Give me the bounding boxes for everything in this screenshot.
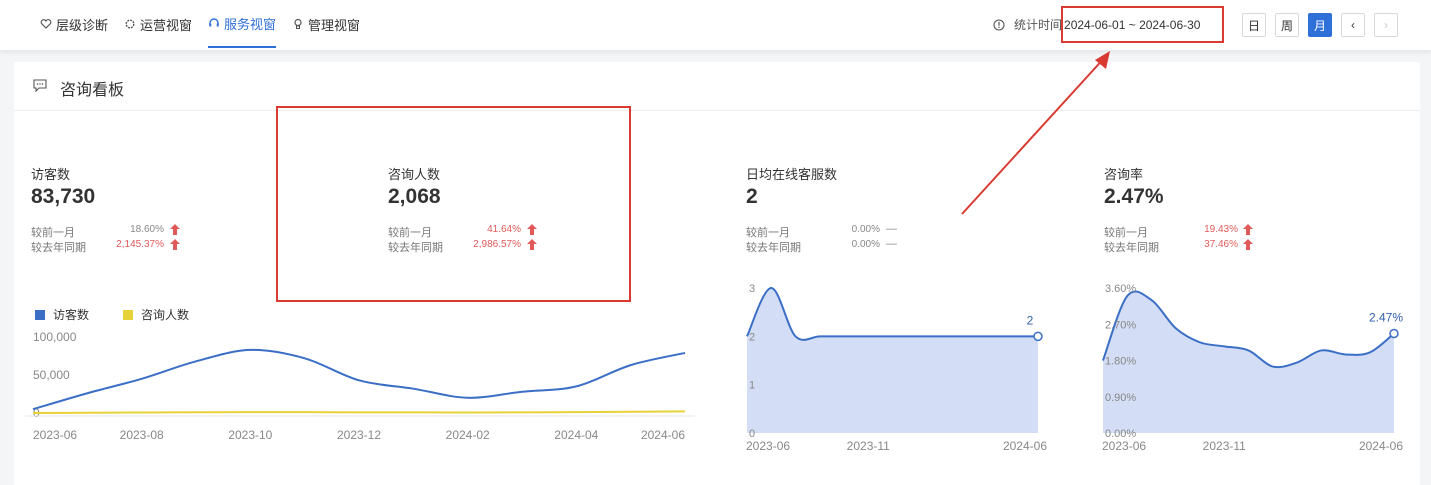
info-icon xyxy=(993,18,1005,31)
online-service-area-chart: 012322023-06 2023-11 2024-06 xyxy=(746,283,1047,453)
mom-label: 较前一月 xyxy=(1104,227,1148,239)
mom-value: 19.43% xyxy=(1204,224,1238,235)
x-tick-label: 2024-04 xyxy=(554,428,598,442)
tab-label: 管理视窗 xyxy=(308,17,361,33)
arrow-up-icon xyxy=(170,239,180,250)
y-tick-label: 1.80% xyxy=(1105,356,1136,368)
lightbulb-icon xyxy=(294,18,302,29)
stat-label: 统计时间 xyxy=(1014,18,1063,32)
consult-rate-area-chart: 0.00%0.90%1.80%2.70%3.60%2.47%2023-06 202… xyxy=(1102,283,1403,453)
day-button[interactable]: 日 xyxy=(1242,13,1266,37)
highlight-box xyxy=(276,106,631,302)
next-button[interactable]: › xyxy=(1374,13,1398,37)
y-tick-label: 100,000 xyxy=(33,330,77,344)
end-value-label: 2 xyxy=(1027,313,1034,327)
yoy-value: 0.00% xyxy=(851,239,880,250)
x-tick-label: 2023-06 xyxy=(746,439,790,453)
week-button[interactable]: 周 xyxy=(1275,13,1299,37)
visitors-line-chart: 050,000100,0002023-06 2023-08 2023-10 2023-… xyxy=(25,330,695,442)
tab-label: 运营视窗 xyxy=(140,17,193,33)
y-tick-label: 50,000 xyxy=(33,368,70,382)
series-line-1 xyxy=(32,348,686,411)
mom-value: 18.60% xyxy=(130,224,164,235)
gear-icon xyxy=(125,19,135,29)
mom-value: 0.00% xyxy=(851,224,880,235)
x-tick-label: 2023-12 xyxy=(337,428,381,442)
message-icon xyxy=(33,79,47,92)
headset-icon xyxy=(209,18,219,27)
flat-indicator: — xyxy=(886,223,897,235)
heart-icon xyxy=(40,19,52,29)
legend-label: 咨询人数 xyxy=(141,308,190,322)
x-tick-label: 2023-06 xyxy=(1102,439,1146,453)
tab-management[interactable]: 管理视窗 xyxy=(292,0,360,48)
tab-label: 服务视窗 xyxy=(224,16,277,32)
month-button[interactable]: 月 xyxy=(1308,13,1332,37)
tab-label: 层级诊断 xyxy=(56,17,109,33)
yoy-value: 37.46% xyxy=(1204,239,1238,250)
x-tick-label: 2023-06 xyxy=(33,428,77,442)
annotation-arrow xyxy=(961,51,1110,215)
y-tick-label: 3 xyxy=(749,283,755,295)
y-tick-label: 3.60% xyxy=(1105,283,1136,295)
yoy-label: 较去年同期 xyxy=(31,242,86,254)
y-tick-label: 1 xyxy=(749,380,755,392)
tab-service[interactable]: 服务视窗 xyxy=(208,0,277,48)
legend-swatch xyxy=(123,309,133,320)
tab-operations[interactable]: 运营视窗 xyxy=(124,0,192,48)
end-point-marker xyxy=(1389,328,1399,339)
arrow-up-icon xyxy=(170,224,180,235)
area-fill xyxy=(1103,291,1394,433)
y-tick-label: 2.70% xyxy=(1105,319,1136,331)
x-tick-label: 2023-11 xyxy=(1203,439,1246,453)
x-tick-label: 2024-06 xyxy=(1359,439,1403,453)
prev-button[interactable]: ‹ xyxy=(1341,13,1365,37)
series-line-2 xyxy=(32,410,686,414)
end-value-label: 2.47% xyxy=(1369,311,1403,325)
mom-label: 较前一月 xyxy=(746,227,790,239)
arrow-up-icon xyxy=(1243,239,1253,250)
x-tick-label: 2024-02 xyxy=(446,428,490,442)
yoy-value: 2,145.37% xyxy=(116,239,164,250)
area-fill xyxy=(747,288,1038,433)
legend-visitors[interactable]: 访客数 xyxy=(35,306,89,323)
x-tick-label: 2024-06 xyxy=(1003,439,1047,453)
legend-consultations[interactable]: 咨询人数 xyxy=(123,306,189,323)
x-tick-label: 2023-10 xyxy=(228,428,272,442)
metric-label: 访客数 xyxy=(31,167,71,182)
tab-level-diagnosis[interactable]: 层级诊断 xyxy=(40,0,108,48)
yoy-label: 较去年同期 xyxy=(1104,242,1159,254)
legend-label: 访客数 xyxy=(53,308,90,322)
x-tick-label: 2023-11 xyxy=(847,439,890,453)
mom-label: 较前一月 xyxy=(31,227,75,239)
arrow-up-icon xyxy=(1243,224,1253,235)
panel-title: 咨询看板 xyxy=(60,82,125,99)
y-tick-label: 0.90% xyxy=(1105,392,1136,404)
yoy-label: 较去年同期 xyxy=(746,242,801,254)
x-tick-label: 2023-08 xyxy=(120,428,164,442)
y-tick-label: 2 xyxy=(749,331,755,343)
date-highlight-box xyxy=(1061,6,1224,43)
metric-value: 83,730 xyxy=(31,185,96,208)
legend-swatch xyxy=(35,309,45,320)
flat-indicator: — xyxy=(886,238,897,250)
metric-value: 2 xyxy=(746,185,758,208)
x-tick-label: 2024-06 xyxy=(641,428,685,442)
end-point-marker xyxy=(1033,331,1043,342)
metric-label: 日均在线客服数 xyxy=(746,167,838,182)
panel-header: 咨询看板 xyxy=(14,62,1420,111)
